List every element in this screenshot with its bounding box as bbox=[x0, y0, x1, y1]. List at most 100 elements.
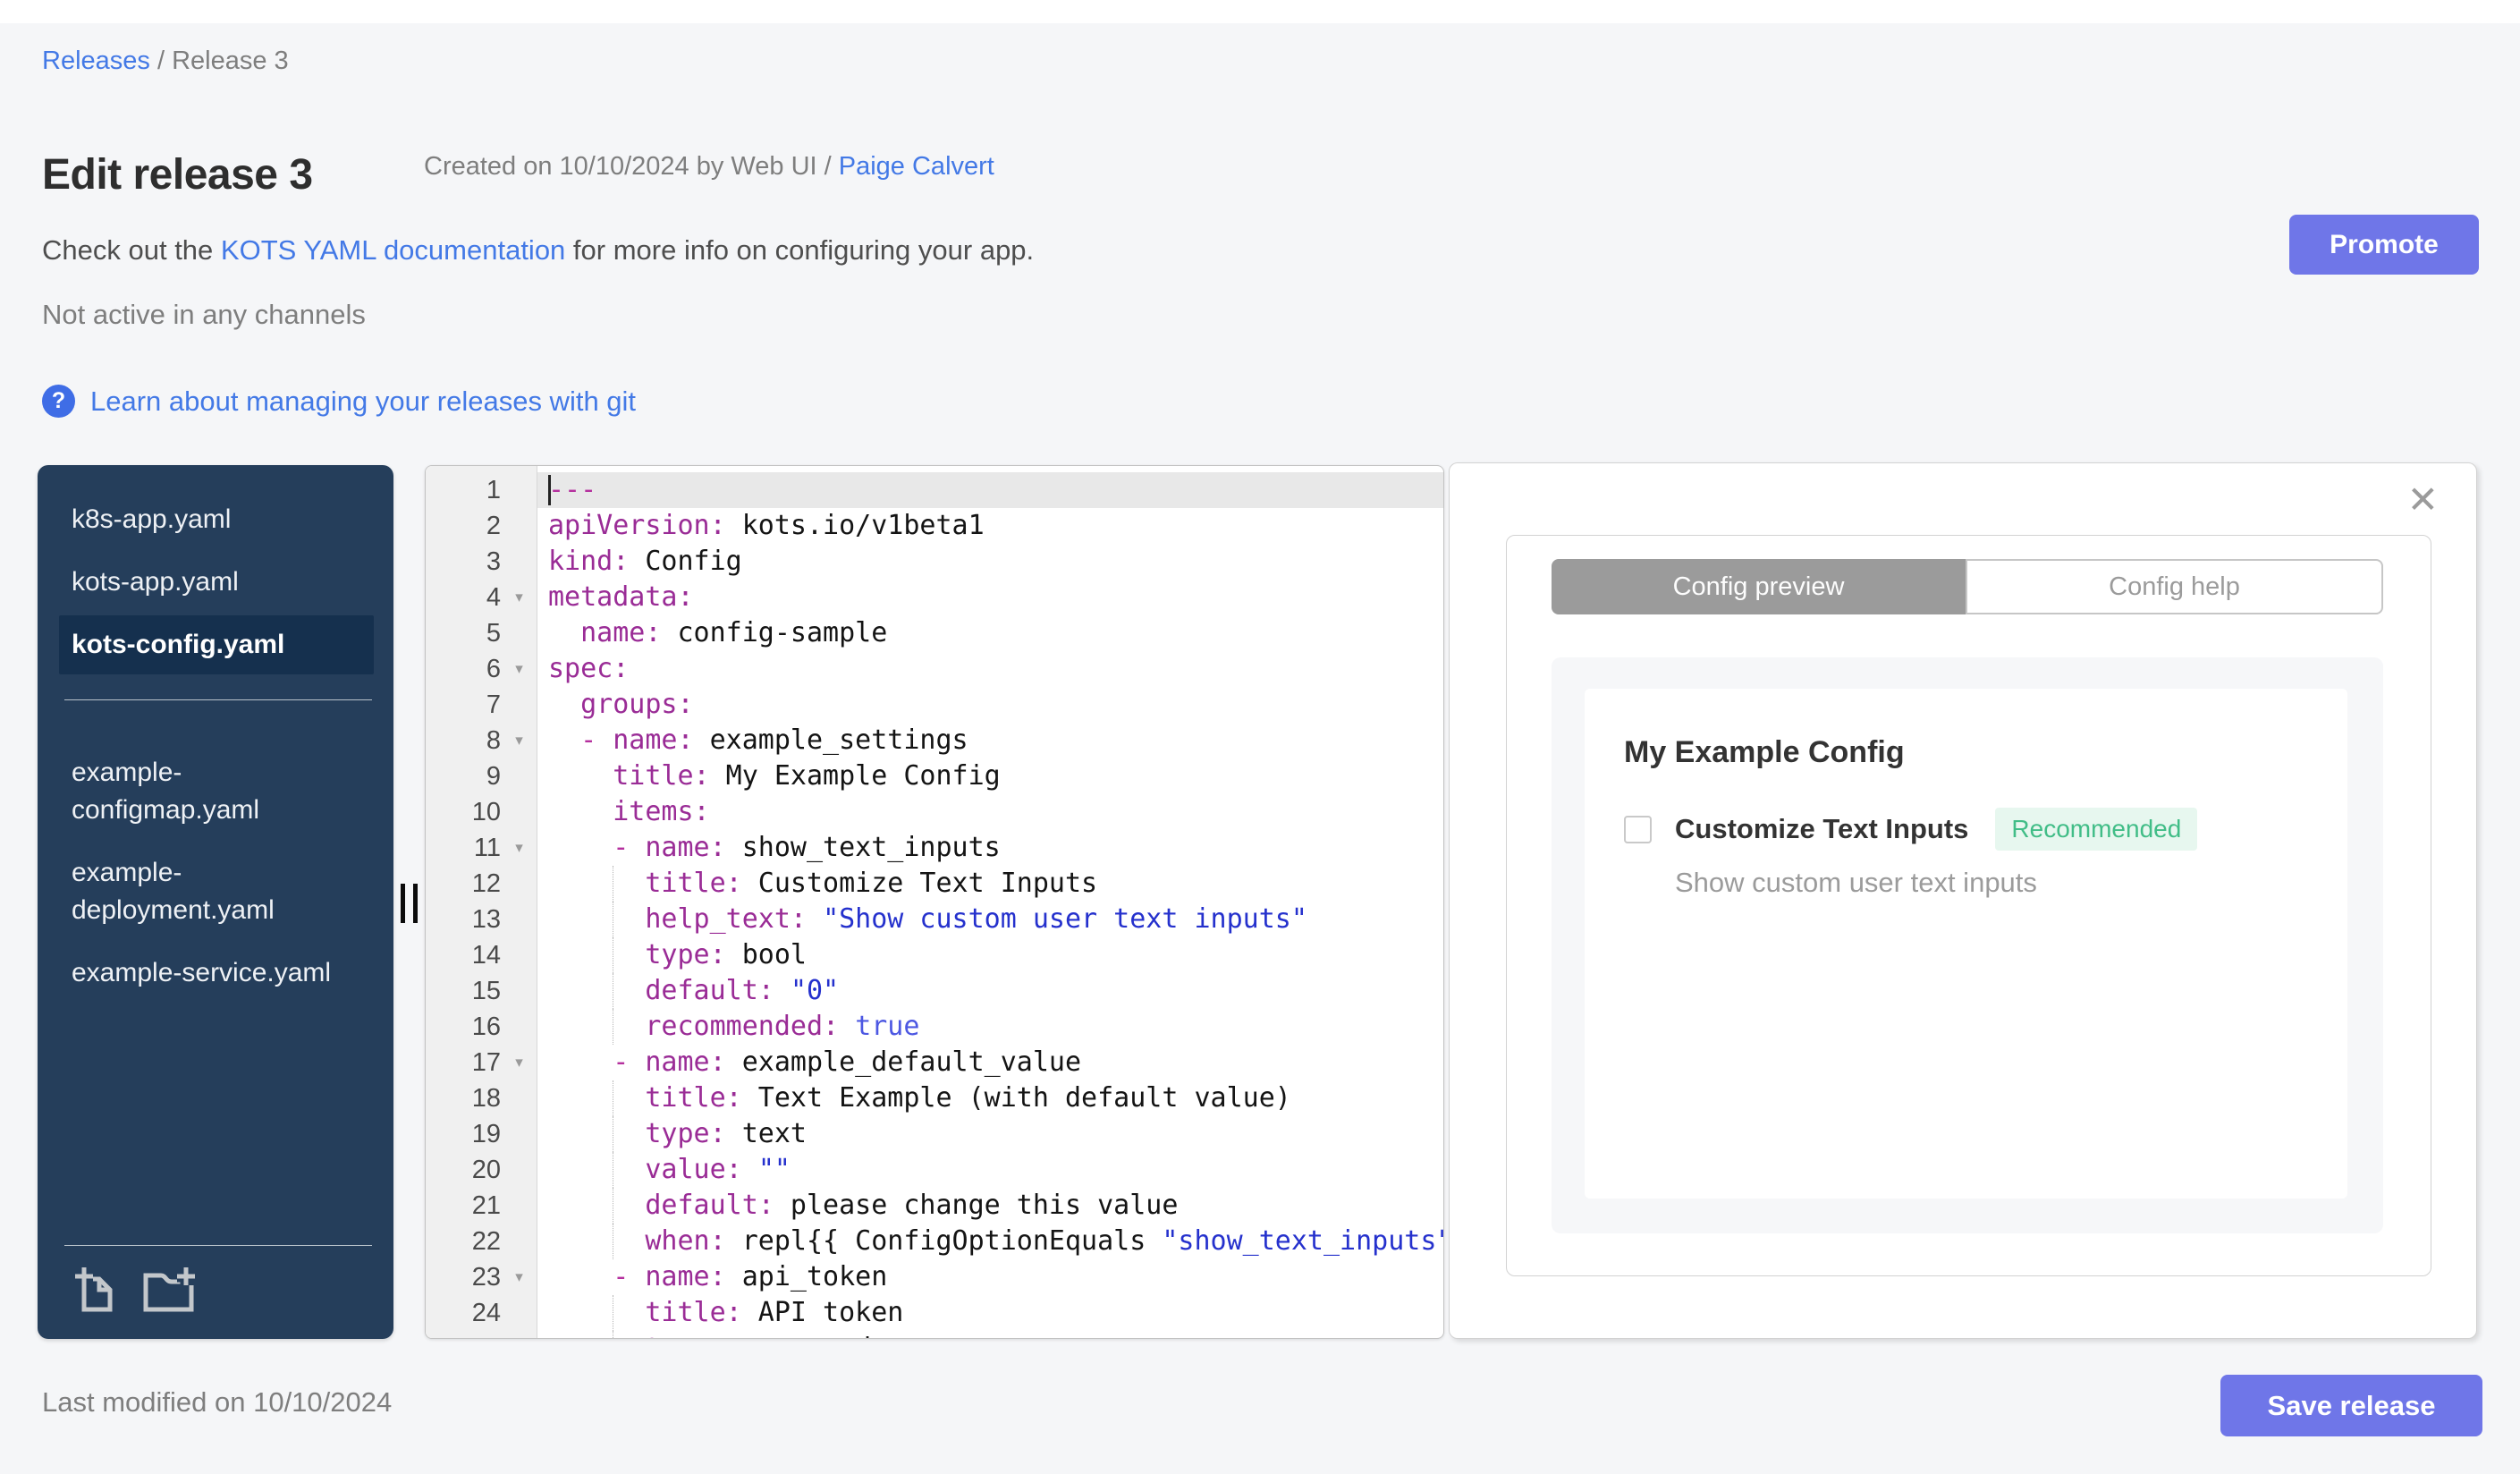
sidebar-file-item[interactable]: example-deployment.yaml bbox=[59, 843, 374, 940]
kots-yaml-docs-link[interactable]: KOTS YAML documentation bbox=[221, 234, 565, 266]
code-line-text[interactable]: title: My Example Config bbox=[537, 758, 1443, 794]
code-line-text[interactable]: type: text bbox=[537, 1116, 1443, 1152]
file-list-top: k8s-app.yaml kots-app.yaml kots-config.yam… bbox=[38, 465, 393, 678]
file-name: kots-config.yaml bbox=[72, 630, 285, 659]
file-name: kots-app.yaml bbox=[72, 567, 239, 597]
code-line-text[interactable]: recommended: true bbox=[537, 1009, 1443, 1045]
gutter-cell: 14 bbox=[426, 937, 537, 973]
resize-bar bbox=[413, 884, 418, 923]
code-line-text[interactable]: kind: Config bbox=[537, 544, 1443, 580]
sidebar-footer bbox=[38, 1224, 393, 1339]
code-line-text[interactable]: value: "" bbox=[537, 1152, 1443, 1188]
code-line: 20 value: "" bbox=[426, 1152, 1443, 1188]
question-mark-icon[interactable]: ? bbox=[42, 385, 75, 418]
line-number: 9 bbox=[486, 762, 501, 791]
code-line-text[interactable]: default: "0" bbox=[537, 973, 1443, 1009]
line-number: 1 bbox=[486, 476, 501, 504]
sidebar-file-item[interactable]: k8s-app.yaml bbox=[59, 490, 374, 549]
recommended-badge: Recommended bbox=[1995, 808, 2198, 851]
line-number: 15 bbox=[471, 977, 501, 1005]
new-file-icon[interactable] bbox=[73, 1264, 114, 1312]
code-line-text[interactable]: name: config-sample bbox=[537, 615, 1443, 651]
code-line-text[interactable]: title: API token bbox=[537, 1295, 1443, 1331]
fold-arrow-icon[interactable]: ▾ bbox=[501, 580, 537, 615]
code-line-text[interactable]: - name: api_token bbox=[537, 1259, 1443, 1295]
code-line-text[interactable]: type: password bbox=[537, 1331, 1443, 1338]
file-name: example-deployment.yaml bbox=[72, 858, 275, 925]
code-line-text[interactable]: - name: example_default_value bbox=[537, 1045, 1443, 1080]
author-link[interactable]: Paige Calvert bbox=[839, 152, 994, 181]
rendered-config-card: My Example Config Customize Text Inputs … bbox=[1585, 689, 2347, 1199]
gutter-cell: 22 bbox=[426, 1224, 537, 1259]
line-number: 22 bbox=[471, 1227, 501, 1256]
code-line: 4 ▾ metadata: bbox=[426, 580, 1443, 615]
docs-hint-suffix: for more info on configuring your app. bbox=[565, 234, 1035, 266]
config-preview-card: Config preview Config help My Example Co… bbox=[1506, 535, 2431, 1276]
customize-text-inputs-checkbox[interactable] bbox=[1624, 815, 1652, 843]
save-release-button[interactable]: Save release bbox=[2220, 1375, 2482, 1436]
code-line-text[interactable]: - name: show_text_inputs bbox=[537, 830, 1443, 866]
fold-arrow-icon[interactable]: ▾ bbox=[501, 651, 537, 687]
code-line-text[interactable]: title: Customize Text Inputs bbox=[537, 866, 1443, 902]
config-item-help-text: Show custom user text inputs bbox=[1675, 867, 2037, 898]
gutter-cell: 3 bbox=[426, 544, 537, 580]
sidebar-file-item[interactable]: kots-config.yaml bbox=[59, 615, 374, 674]
code-line-text[interactable]: groups: bbox=[537, 687, 1443, 723]
gutter-cell: 5 bbox=[426, 615, 537, 651]
file-name: example-configmap.yaml bbox=[72, 758, 260, 825]
tab-config-preview[interactable]: Config preview bbox=[1552, 559, 1966, 614]
sidebar-resize-handle[interactable] bbox=[401, 884, 418, 923]
fold-arrow-icon[interactable]: ▾ bbox=[501, 723, 537, 758]
line-number: 7 bbox=[486, 690, 501, 719]
breadcrumb-current: Release 3 bbox=[172, 47, 289, 75]
top-strip bbox=[0, 0, 2520, 23]
gutter-cell: 11 ▾ bbox=[426, 830, 537, 866]
code-line-text[interactable]: type: bool bbox=[537, 937, 1443, 973]
sidebar-file-item[interactable]: example-service.yaml bbox=[59, 944, 374, 1003]
line-number: 25 bbox=[426, 1331, 501, 1338]
code-line-text[interactable]: metadata: bbox=[537, 580, 1443, 615]
gutter-cell: 15 bbox=[426, 973, 537, 1009]
line-number: 3 bbox=[486, 547, 501, 576]
code-editor[interactable]: 1 --- 2 apiVersion: kots.io/v1beta1 3 kind: C… bbox=[425, 465, 1444, 1339]
text-cursor bbox=[548, 475, 551, 505]
code-line-text[interactable]: spec: bbox=[537, 651, 1443, 687]
tab-config-help[interactable]: Config help bbox=[1966, 559, 2383, 614]
gutter-cell: 24 bbox=[426, 1295, 537, 1331]
line-number: 19 bbox=[471, 1120, 501, 1148]
config-preview-panel: ✕ Config preview Config help My Example … bbox=[1449, 462, 2477, 1339]
code-line: 21 default: please change this value bbox=[426, 1188, 1443, 1224]
gutter-cell: 10 bbox=[426, 794, 537, 830]
line-number: 21 bbox=[471, 1191, 501, 1220]
code-line-text[interactable]: items: bbox=[537, 794, 1443, 830]
new-folder-icon[interactable] bbox=[140, 1264, 197, 1312]
git-releases-link[interactable]: Learn about managing your releases with … bbox=[90, 385, 636, 418]
breadcrumb-releases-link[interactable]: Releases bbox=[42, 47, 150, 75]
fold-arrow-icon[interactable]: ▾ bbox=[501, 830, 537, 866]
gutter-cell: 7 bbox=[426, 687, 537, 723]
code-line-text[interactable]: apiVersion: kots.io/v1beta1 bbox=[537, 508, 1443, 544]
sidebar-file-item[interactable]: example-configmap.yaml bbox=[59, 743, 374, 840]
last-modified-text: Last modified on 10/10/2024 bbox=[42, 1386, 393, 1418]
fold-arrow-icon[interactable]: ▾ bbox=[501, 1259, 537, 1295]
code-line-text[interactable]: title: Text Example (with default value) bbox=[537, 1080, 1443, 1116]
code-line-text[interactable]: --- bbox=[537, 472, 1443, 508]
promote-button[interactable]: Promote bbox=[2289, 215, 2479, 275]
code-line: 10 items: bbox=[426, 794, 1443, 830]
code-line-text[interactable]: - name: example_settings bbox=[537, 723, 1443, 758]
code-line: 2 apiVersion: kots.io/v1beta1 bbox=[426, 508, 1443, 544]
close-icon[interactable]: ✕ bbox=[2407, 481, 2439, 519]
sidebar-file-item[interactable]: kots-app.yaml bbox=[59, 553, 374, 612]
code-line-text[interactable]: default: please change this value bbox=[537, 1188, 1443, 1224]
fold-arrow-icon[interactable]: ▾ bbox=[501, 1045, 537, 1080]
code-line: 19 type: text bbox=[426, 1116, 1443, 1152]
code-line-text[interactable]: help_text: "Show custom user text inputs… bbox=[537, 902, 1443, 937]
code-line-text[interactable]: when: repl{{ ConfigOptionEquals "show_te… bbox=[537, 1224, 1443, 1259]
line-number: 4 bbox=[486, 583, 501, 612]
